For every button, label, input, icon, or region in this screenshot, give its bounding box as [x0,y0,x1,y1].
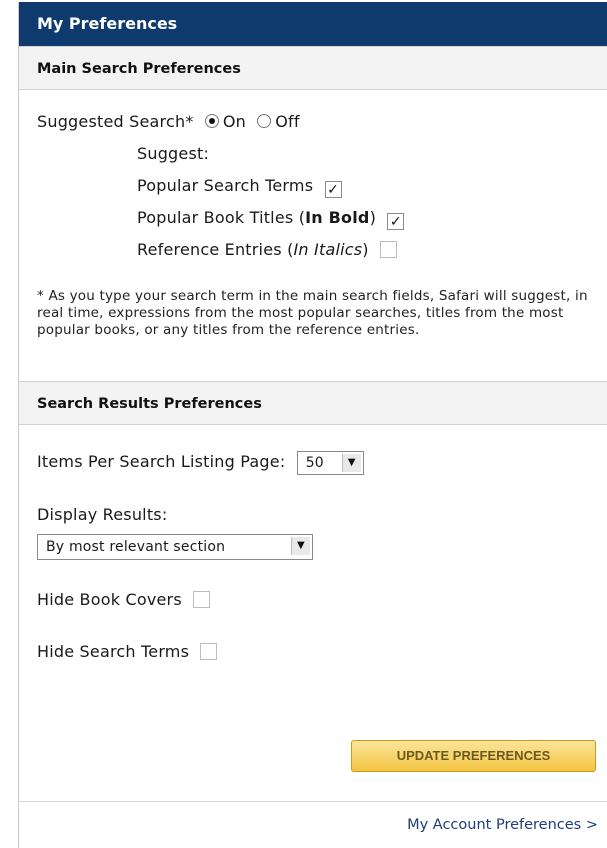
option-popular-book-titles: Popular Book Titles (In Bold) ✓ [37,204,596,236]
radio-off-label: Off [275,112,300,131]
option-italic-note: In Italics [293,240,363,259]
option-label: Popular Book Titles ( [137,208,306,227]
suggest-label: Suggest: [137,144,210,163]
items-per-page-label: Items Per Search Listing Page: [37,452,286,471]
hide-covers-row: Hide Book Covers [37,561,596,637]
option-close-paren: ) [362,240,369,259]
my-account-preferences-link[interactable]: My Account Preferences > [407,817,598,833]
display-results-select[interactable]: By most relevant section ▼ [37,534,313,560]
divider [19,801,607,802]
hide-book-covers-checkbox[interactable] [193,591,211,608]
display-results-row: Display Results: By most relevant sectio… [37,495,596,561]
chevron-down-icon: ▼ [291,537,310,555]
option-bold-note: In Bold [305,208,370,227]
update-preferences-button[interactable]: UPDATE PREFERENCES [351,740,596,772]
chevron-down-icon: ▼ [341,453,361,472]
popular-book-titles-checkbox[interactable]: ✓ [387,213,405,230]
preferences-panel: My Preferences Main Search Preferences S… [18,2,607,848]
radio-off[interactable] [257,114,272,128]
suggested-search-label: Suggested Search* [37,112,194,131]
reference-entries-checkbox[interactable] [380,241,398,258]
radio-on[interactable] [204,114,219,128]
display-results-value: By most relevant section [46,539,226,555]
suggest-footnote: * As you type your search term in the ma… [37,288,588,338]
hide-terms-label: Hide Search Terms [37,642,190,661]
option-reference-entries: Reference Entries (In Italics) [37,236,596,268]
radio-on-label: On [222,112,246,131]
items-per-page-value: 50 [305,454,324,471]
search-results-header: Search Results Preferences [19,381,607,425]
main-search-header: Main Search Preferences [19,46,607,90]
main-search-body: Suggested Search* On Off Suggest: Popula… [19,90,607,339]
hide-terms-row: Hide Search Terms [37,637,596,667]
items-per-page-row: Items Per Search Listing Page: 50 ▼ [37,441,596,495]
items-per-page-select[interactable]: 50 ▼ [296,450,364,475]
search-results-body: Items Per Search Listing Page: 50 ▼ Disp… [19,425,607,667]
option-label: Popular Search Terms [137,176,314,195]
popular-search-terms-checkbox[interactable]: ✓ [324,181,342,198]
panel-title: My Preferences [19,2,607,46]
hide-search-terms-checkbox[interactable] [200,643,218,660]
hide-covers-label: Hide Book Covers [37,590,182,609]
display-results-label: Display Results: [37,505,168,524]
option-close-paren: ) [369,208,377,227]
option-popular-search-terms: Popular Search Terms ✓ [37,172,596,204]
suggested-search-row: Suggested Search* On Off [37,108,596,140]
option-label: Reference Entries ( [137,240,294,259]
